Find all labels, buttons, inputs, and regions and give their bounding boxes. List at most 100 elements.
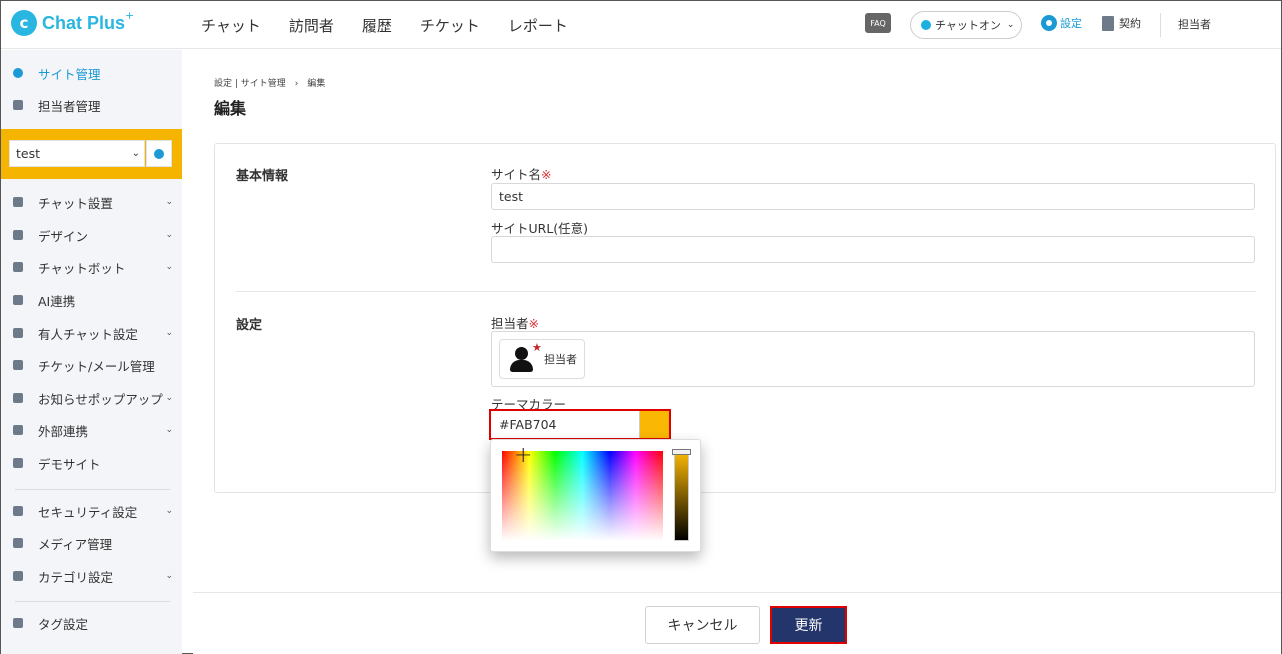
site-name-input[interactable]: test [491, 183, 1255, 210]
nav-history[interactable]: 履歴 [362, 15, 392, 36]
nav-reports[interactable]: レポート [508, 15, 568, 36]
cancel-button[interactable]: キャンセル [645, 606, 760, 644]
color-picker-popup: + [490, 439, 701, 552]
sidebar-item-label: 外部連携 [38, 423, 89, 439]
faq-icon[interactable]: FAQ [865, 13, 891, 33]
document-icon [1102, 15, 1114, 31]
agent-select-box[interactable]: ★ 担当者 [491, 331, 1255, 387]
sidebar-item-chat-install[interactable]: チャット設置 ⌄ [1, 187, 182, 217]
chevron-down-icon: ⌄ [165, 262, 173, 272]
chat-bubble-icon [13, 262, 23, 272]
top-bar: c Chat Plus + チャット 訪問者 履歴 チケット レポート FAQ … [1, 1, 1281, 49]
sidebar-item-category[interactable]: カテゴリ設定 ⌄ [1, 561, 182, 591]
logo[interactable]: c Chat Plus + [11, 8, 135, 36]
sidebar-item-notice-popup[interactable]: お知らせポップアップ ⌄ [1, 383, 182, 413]
page-title: 編集 [214, 99, 247, 118]
sidebar-divider [15, 601, 170, 602]
sidebar-item-label: 有人チャット設定 [38, 326, 138, 342]
sidebar-item-security[interactable]: セキュリティ設定 ⌄ [1, 496, 182, 526]
theme-color-input[interactable]: #FAB704 [491, 411, 640, 438]
section-divider [236, 291, 1256, 292]
status-dot-icon [921, 20, 931, 30]
contract-label: 契約 [1119, 17, 1141, 30]
lock-icon [13, 506, 23, 516]
popup-icon [13, 393, 23, 403]
pin-icon [13, 295, 23, 305]
palette-icon [13, 230, 23, 240]
sidebar-item-label: 担当者管理 [38, 98, 101, 114]
avatar-head [515, 347, 528, 360]
sidebar-item-demo-site[interactable]: デモサイト [1, 448, 182, 478]
top-nav: チャット 訪問者 履歴 チケット レポート [201, 1, 596, 49]
header-divider [1160, 13, 1161, 37]
sidebar-item-label: サイト管理 [38, 66, 101, 82]
site-settings-button[interactable] [146, 140, 172, 167]
sidebar-item-design[interactable]: デザイン ⌄ [1, 220, 182, 250]
sidebar-item-label: チケット/メール管理 [38, 358, 155, 374]
luminance-slider-handle[interactable] [672, 449, 691, 455]
users-icon [13, 100, 23, 110]
chevron-down-icon: ⌄ [165, 571, 173, 581]
sidebar-item-label: デモサイト [38, 456, 101, 472]
site-select-value: test [16, 146, 41, 161]
sidebar-item-label: カテゴリ設定 [38, 569, 114, 585]
sidebar-item-label: セキュリティ設定 [38, 504, 138, 520]
settings-label: 設定 [1060, 17, 1082, 30]
sidebar-item-ai[interactable]: AI連携 [1, 285, 182, 315]
chat-status-dropdown[interactable]: チャットオン ⌄ [910, 11, 1022, 39]
sidebar-divider [15, 489, 170, 490]
required-mark: ※ [528, 316, 539, 331]
monitor-icon [13, 458, 23, 468]
theme-color-field[interactable]: #FAB704 [489, 409, 671, 440]
sidebar-item-label: お知らせポップアップ [38, 391, 163, 407]
chevron-down-icon: ⌄ [165, 425, 173, 435]
nav-tickets[interactable]: チケット [420, 15, 480, 36]
sidebar-item-label: メディア管理 [38, 536, 113, 552]
sidebar-item-label: チャットボット [38, 260, 126, 276]
main-content: 設定 | サイト管理 › 編集 編集 基本情報 サイト名※ test サイトUR… [193, 50, 1281, 654]
nav-chat[interactable]: チャット [201, 15, 261, 36]
breadcrumb[interactable]: 設定 | サイト管理 › 編集 [214, 76, 325, 89]
list-icon [13, 360, 23, 370]
sidebar-item-label: タグ設定 [38, 616, 89, 632]
folder-icon [13, 571, 23, 581]
logo-plus: + [125, 8, 135, 22]
site-select[interactable]: test ⌄ [9, 140, 145, 167]
chevron-down-icon: ⌄ [165, 506, 173, 516]
sidebar-item-site-management[interactable]: サイト管理 [1, 58, 182, 88]
sidebar-item-media[interactable]: メディア管理 [1, 528, 182, 558]
chevron-down-icon: ⌄ [165, 230, 173, 240]
sidebar-item-integration[interactable]: 外部連携 ⌄ [1, 415, 182, 445]
sidebar-item-label: AI連携 [38, 293, 76, 309]
nav-visitors[interactable]: 訪問者 [289, 15, 334, 36]
sidebar-item-agent-management[interactable]: 担当者管理 [1, 90, 182, 120]
agent-label-text: 担当者 [491, 316, 529, 331]
contract-link[interactable]: 契約 [1102, 15, 1141, 31]
luminance-slider[interactable] [674, 451, 689, 541]
edit-form-card: 基本情報 サイト名※ test サイトURL(任意) 設定 担当者※ ★ 担当者… [214, 143, 1276, 493]
chevron-down-icon: ⌄ [165, 197, 173, 207]
gear-icon [13, 68, 23, 78]
agent-name: 担当者 [544, 353, 577, 366]
site-url-input[interactable] [491, 236, 1255, 263]
tools-icon [13, 197, 23, 207]
gear-icon [1041, 15, 1057, 31]
avatar-body [510, 360, 533, 372]
agent-chip[interactable]: ★ 担当者 [499, 339, 585, 379]
settings-link[interactable]: 設定 [1041, 15, 1082, 31]
sidebar-item-chatbot[interactable]: チャットボット ⌄ [1, 252, 182, 282]
section-basic-info: 基本情報 [236, 169, 289, 184]
crosshair-icon[interactable]: + [514, 445, 532, 467]
required-mark: ※ [541, 167, 552, 182]
sidebar-item-label: チャット設置 [38, 195, 113, 211]
update-button[interactable]: 更新 [770, 606, 847, 644]
avatar: ★ [508, 341, 542, 373]
site-name-label-text: サイト名 [491, 167, 542, 182]
theme-color-swatch[interactable] [640, 411, 669, 438]
chevron-down-icon: ⌄ [131, 148, 140, 159]
sidebar-item-ticket-mail[interactable]: チケット/メール管理 [1, 350, 182, 380]
sidebar-item-tag[interactable]: タグ設定 [1, 608, 182, 638]
star-icon: ★ [532, 341, 542, 354]
sidebar-item-operator-chat[interactable]: 有人チャット設定 ⌄ [1, 318, 182, 348]
user-menu[interactable]: 担当者 [1178, 16, 1211, 32]
